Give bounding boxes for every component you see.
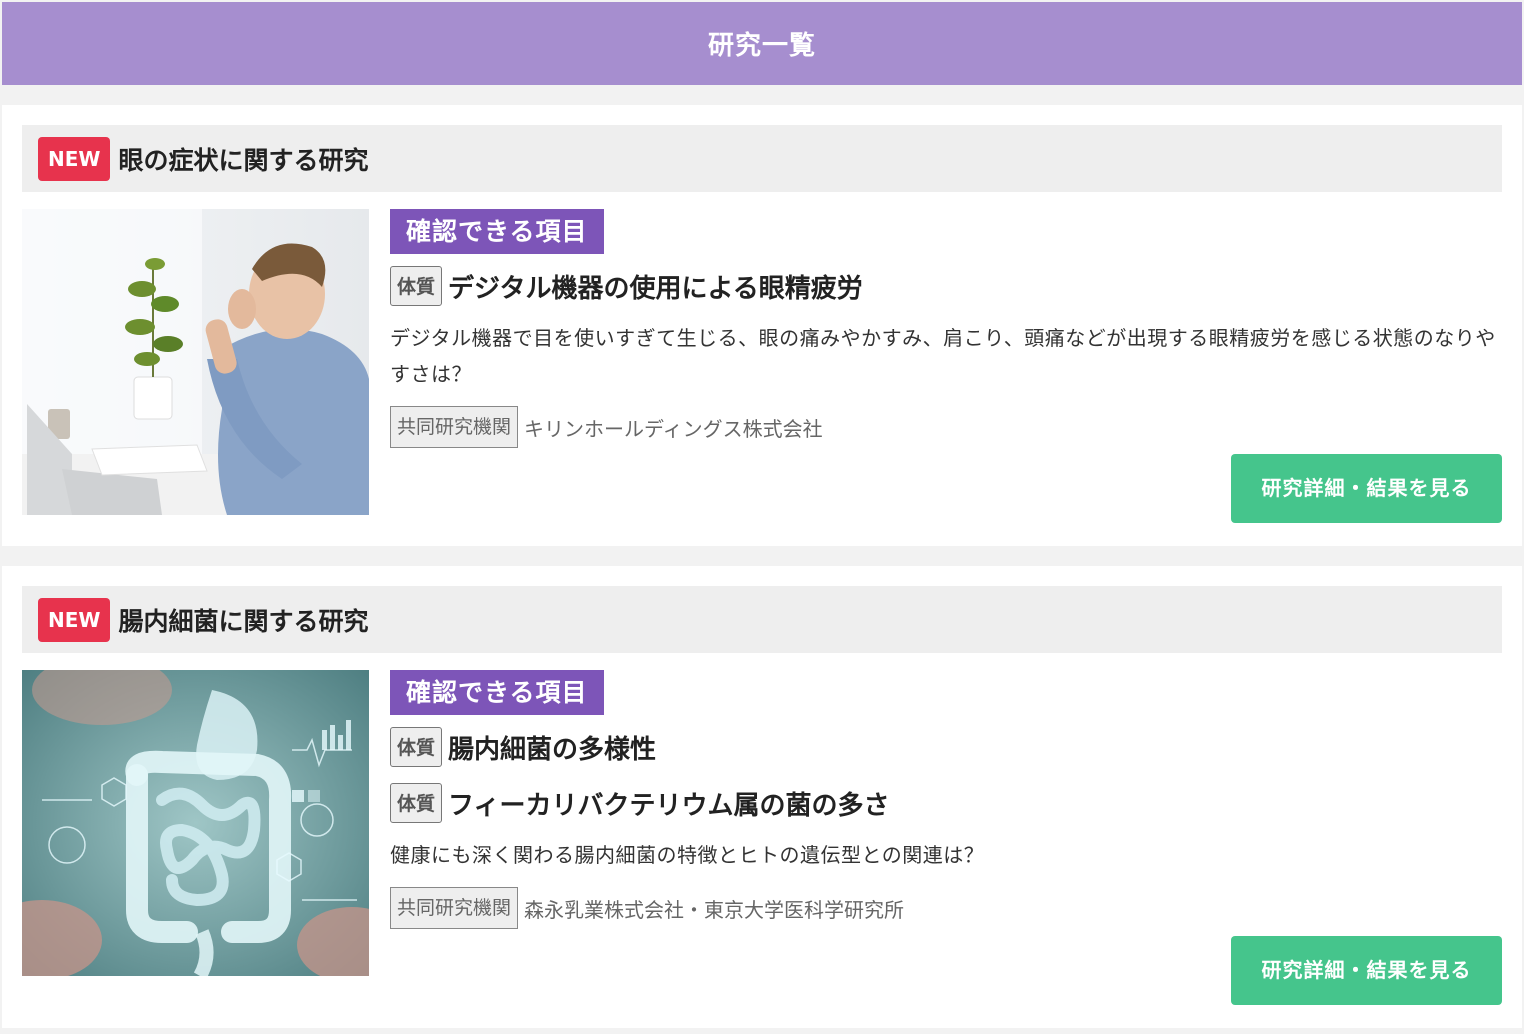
page-title: 研究一覧: [707, 31, 816, 61]
check-item: 体質 腸内細菌の多様性: [390, 727, 1502, 767]
organization-label: 共同研究機関: [390, 406, 519, 448]
item-tag: 体質: [390, 727, 443, 767]
study-card: NEW 腸内細菌に関する研究 確認できる項目 体質 腸内細菌の多様性 体質 フィ…: [2, 566, 1522, 1028]
item-tag: 体質: [390, 266, 443, 306]
study-card: NEW 眼の症状に関する研究 確認できる項目 体質 デジタル機器の使用による眼精…: [2, 105, 1522, 546]
organization-name: キリンホールディングス株式会社: [524, 416, 823, 441]
study-body: 確認できる項目 体質 デジタル機器の使用による眼精疲労 デジタル機器で目を使いす…: [22, 209, 1502, 523]
item-text: フィーカリバクテリウム属の菌の多さ: [448, 790, 890, 821]
new-badge: NEW: [38, 597, 111, 642]
intestine-hologram-photo: [22, 670, 369, 976]
study-title: 腸内細菌に関する研究: [118, 606, 369, 636]
check-items-label: 確認できる項目: [390, 209, 604, 254]
organization-row: 共同研究機関 森永乳業株式会社・東京大学医科学研究所: [390, 887, 1502, 929]
page: 研究一覧 NEW 眼の症状に関する研究 確認できる項目 体質 デジタル機器の使用…: [0, 0, 1524, 1034]
study-description: デジタル機器で目を使いすぎて生じる、眼の痛みやかすみ、肩こり、頭痛などが出現する…: [390, 326, 1496, 386]
new-badge: NEW: [38, 136, 111, 181]
man-with-eye-strain-photo: [22, 209, 369, 515]
item-text: デジタル機器の使用による眼精疲労: [448, 273, 863, 304]
organization-label: 共同研究機関: [390, 887, 519, 929]
check-item: 体質 フィーカリバクテリウム属の菌の多さ: [390, 783, 1502, 823]
check-item: 体質 デジタル機器の使用による眼精疲労: [390, 266, 1502, 306]
check-items-label: 確認できる項目: [390, 670, 604, 715]
study-title-bar: NEW 眼の症状に関する研究: [22, 125, 1502, 192]
view-details-button[interactable]: 研究詳細・結果を見る: [1231, 936, 1502, 1005]
view-details-button[interactable]: 研究詳細・結果を見る: [1231, 454, 1502, 523]
study-description: 健康にも深く関わる腸内細菌の特徴とヒトの遺伝型との関連は？: [390, 843, 985, 867]
item-text: 腸内細菌の多様性: [448, 734, 657, 765]
study-info: 確認できる項目 体質 腸内細菌の多様性 体質 フィーカリバクテリウム属の菌の多さ…: [390, 670, 1502, 1005]
study-info: 確認できる項目 体質 デジタル機器の使用による眼精疲労 デジタル機器で目を使いす…: [390, 209, 1502, 523]
page-header: 研究一覧: [2, 2, 1522, 85]
study-body: 確認できる項目 体質 腸内細菌の多様性 体質 フィーカリバクテリウム属の菌の多さ…: [22, 670, 1502, 1005]
item-tag: 体質: [390, 783, 443, 823]
organization-row: 共同研究機関 キリンホールディングス株式会社: [390, 406, 1502, 448]
study-title: 眼の症状に関する研究: [118, 145, 369, 175]
study-title-bar: NEW 腸内細菌に関する研究: [22, 586, 1502, 653]
organization-name: 森永乳業株式会社・東京大学医科学研究所: [524, 897, 905, 922]
